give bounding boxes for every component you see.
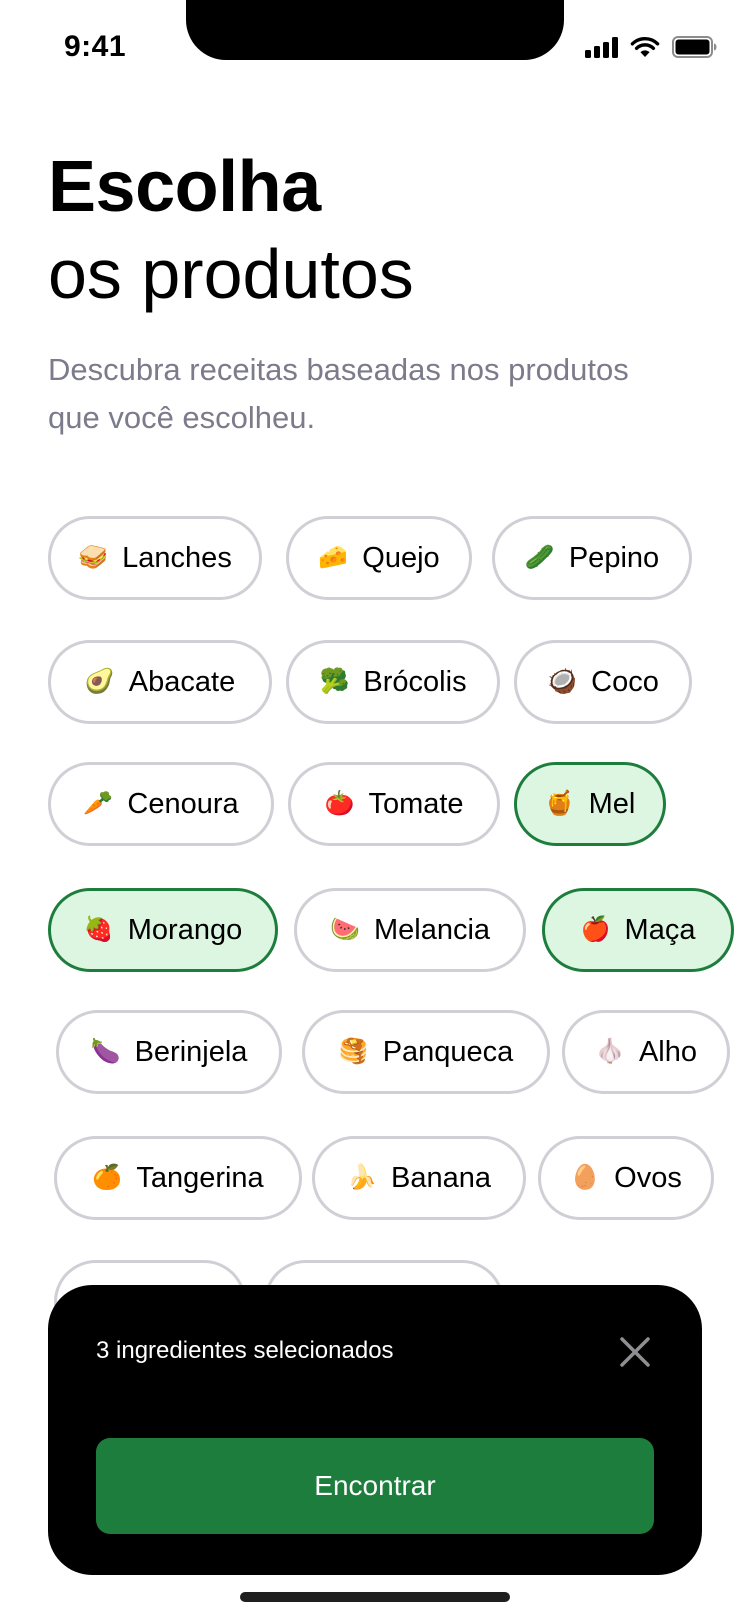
product-chip[interactable]: 🥑 Abacate <box>48 640 272 724</box>
product-chip-label: Quejo <box>362 541 440 574</box>
page-title: Escolha <box>48 147 321 227</box>
carrot-icon: 🥕 <box>83 790 114 817</box>
product-chip[interactable]: 🍊 Tangerina <box>54 1136 302 1220</box>
close-icon[interactable] <box>618 1335 652 1369</box>
product-chip[interactable]: 🥦 Brócolis <box>286 640 500 724</box>
honey-pot-icon: 🍯 <box>544 790 575 817</box>
product-chip-label: Maça <box>624 913 696 946</box>
product-chip-selected[interactable]: 🍓 Morango <box>48 888 278 972</box>
selected-count-label: 3 ingredientes selecionados <box>96 1337 394 1364</box>
product-chip[interactable]: 🍉 Melancia <box>294 888 526 972</box>
product-chip-label: Tomate <box>368 787 464 820</box>
cellular-signal-icon <box>585 36 618 58</box>
product-chip-label: Lanches <box>122 541 232 574</box>
product-chip[interactable]: 🥚 Ovos <box>538 1136 714 1220</box>
tangerine-icon: 🍊 <box>92 1164 123 1191</box>
home-indicator <box>240 1592 510 1602</box>
product-chip-label: Tangerina <box>136 1161 264 1194</box>
page-title-secondary: os produtos <box>48 235 414 313</box>
apple-icon: 🍎 <box>580 916 611 943</box>
tomato-icon: 🍅 <box>324 790 355 817</box>
watermelon-icon: 🍉 <box>330 916 360 943</box>
product-chip-label: Brócolis <box>363 665 467 698</box>
product-chip[interactable]: 🍅 Tomate <box>288 762 500 846</box>
product-chip-label: Panqueca <box>382 1035 514 1068</box>
avocado-icon: 🥑 <box>84 668 115 695</box>
device-notch <box>186 0 564 60</box>
status-time: 9:41 <box>64 30 127 63</box>
product-chip[interactable]: 🥞 Panqueca <box>302 1010 550 1094</box>
pancakes-icon: 🥞 <box>338 1038 369 1065</box>
status-icons <box>585 36 718 58</box>
product-chip-label: Abacate <box>128 665 236 698</box>
product-chip-selected[interactable]: 🍎 Maça <box>542 888 734 972</box>
status-bar: 9:41 <box>0 0 750 100</box>
product-chip[interactable]: 🍆 Berinjela <box>56 1010 282 1094</box>
banana-icon: 🍌 <box>347 1164 377 1191</box>
product-chip-label: Alho <box>638 1035 698 1068</box>
garlic-icon: 🧄 <box>595 1038 625 1065</box>
page-subtitle: Descubra receitas baseadas nos produtos … <box>48 352 629 435</box>
wifi-icon <box>630 36 660 58</box>
product-chip-label: Pepino <box>568 541 660 574</box>
product-chip[interactable]: 🥥 Coco <box>514 640 692 724</box>
product-chip-label: Cenoura <box>127 787 239 820</box>
product-chip-label: Berinjela <box>134 1035 248 1068</box>
cheese-icon: 🧀 <box>318 544 349 571</box>
product-chip[interactable]: 🍌 Banana <box>312 1136 526 1220</box>
product-chip[interactable]: 🥪 Lanches <box>48 516 262 600</box>
egg-icon: 🥚 <box>570 1164 601 1191</box>
find-recipes-button[interactable]: Encontrar <box>96 1438 654 1534</box>
eggplant-icon: 🍆 <box>90 1038 121 1065</box>
sandwich-icon: 🥪 <box>78 544 109 571</box>
coconut-icon: 🥥 <box>547 668 578 695</box>
product-chip[interactable]: 🥕 Cenoura <box>48 762 274 846</box>
product-chip-label: Ovos <box>614 1161 682 1194</box>
product-chip-label: Melancia <box>373 913 491 946</box>
product-chip-label: Morango <box>127 913 243 946</box>
cucumber-icon: 🥒 <box>524 544 555 571</box>
product-chip-label: Mel <box>588 787 636 820</box>
selection-sheet: 3 ingredientes selecionados Encontrar <box>48 1285 702 1575</box>
broccoli-icon: 🥦 <box>319 668 350 695</box>
product-chip[interactable]: 🧄 Alho <box>562 1010 730 1094</box>
product-chip[interactable]: 🧀 Quejo <box>286 516 472 600</box>
product-chip-selected[interactable]: 🍯 Mel <box>514 762 666 846</box>
product-chip[interactable]: 🥒 Pepino <box>492 516 692 600</box>
product-chip-label: Coco <box>591 665 659 698</box>
product-chip-label: Banana <box>391 1161 491 1194</box>
strawberry-icon: 🍓 <box>83 916 114 943</box>
battery-icon <box>672 36 718 58</box>
